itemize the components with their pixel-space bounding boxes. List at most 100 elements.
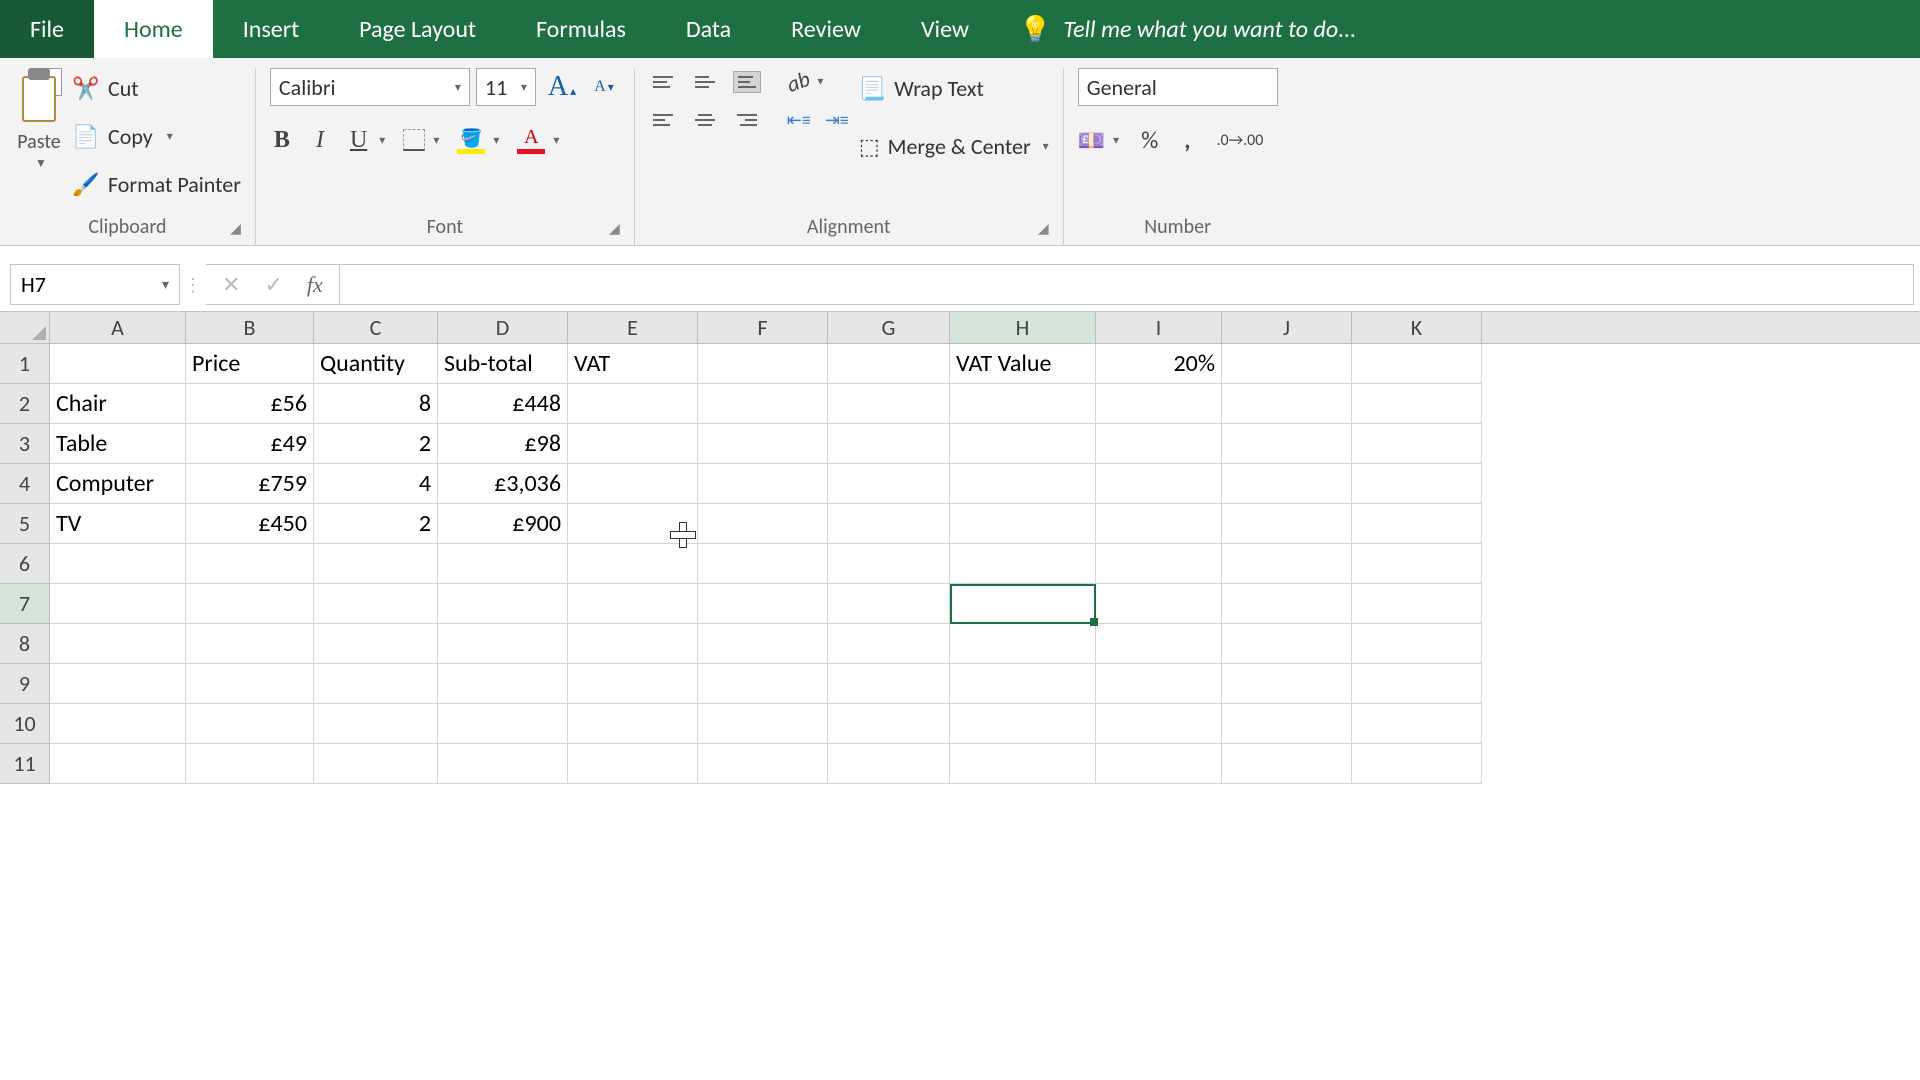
dialog-launcher-icon[interactable]: ◢	[609, 220, 620, 237]
cell-A2[interactable]: Chair	[50, 384, 186, 424]
row-header-11[interactable]: 11	[0, 744, 50, 784]
cell-K10[interactable]	[1352, 704, 1482, 744]
cell-I8[interactable]	[1096, 624, 1222, 664]
cell-D10[interactable]	[438, 704, 568, 744]
cell-I2[interactable]	[1096, 384, 1222, 424]
cell-J7[interactable]	[1222, 584, 1352, 624]
cell-A1[interactable]	[50, 344, 186, 384]
cell-grid[interactable]: Price Quantity Sub-total VAT VAT Value 2…	[50, 344, 1482, 784]
cell-B6[interactable]	[186, 544, 314, 584]
cell-C3[interactable]: 2	[314, 424, 438, 464]
cell-H7[interactable]	[950, 584, 1096, 624]
cell-F1[interactable]	[698, 344, 828, 384]
cell-A4[interactable]: Computer	[50, 464, 186, 504]
cell-F3[interactable]	[698, 424, 828, 464]
cell-D11[interactable]	[438, 744, 568, 784]
col-header-E[interactable]: E	[568, 312, 698, 343]
cell-F2[interactable]	[698, 384, 828, 424]
cell-C5[interactable]: 2	[314, 504, 438, 544]
cell-E11[interactable]	[568, 744, 698, 784]
cell-J6[interactable]	[1222, 544, 1352, 584]
cell-H3[interactable]	[950, 424, 1096, 464]
cell-A6[interactable]	[50, 544, 186, 584]
cell-I1[interactable]: 20%	[1096, 344, 1222, 384]
increase-indent-button[interactable]: ⇥≡	[825, 109, 849, 131]
row-header-7[interactable]: 7	[0, 584, 50, 624]
increase-decimal-button[interactable]: .0→.00	[1212, 131, 1267, 150]
tab-home[interactable]: Home	[94, 0, 213, 58]
cell-B8[interactable]	[186, 624, 314, 664]
tab-formulas[interactable]: Formulas	[506, 0, 656, 58]
font-name-combo[interactable]: Calibri ▾	[270, 68, 470, 106]
tab-page-layout[interactable]: Page Layout	[329, 0, 506, 58]
cell-K8[interactable]	[1352, 624, 1482, 664]
decrease-indent-button[interactable]: ⇤≡	[787, 109, 811, 131]
cell-B9[interactable]	[186, 664, 314, 704]
row-header-2[interactable]: 2	[0, 384, 50, 424]
cell-G6[interactable]	[828, 544, 950, 584]
cell-K2[interactable]	[1352, 384, 1482, 424]
cell-G3[interactable]	[828, 424, 950, 464]
cell-F4[interactable]	[698, 464, 828, 504]
name-box[interactable]: H7 ▾	[10, 264, 180, 305]
font-size-combo[interactable]: 11 ▾	[476, 68, 536, 106]
cell-H11[interactable]	[950, 744, 1096, 784]
decrease-font-button[interactable]: A▾	[588, 78, 620, 96]
cell-K3[interactable]	[1352, 424, 1482, 464]
cell-I7[interactable]	[1096, 584, 1222, 624]
format-painter-button[interactable]: 🖌️ Format Painter	[74, 164, 241, 204]
cell-H5[interactable]	[950, 504, 1096, 544]
cell-E1[interactable]: VAT	[568, 344, 698, 384]
cell-D7[interactable]	[438, 584, 568, 624]
align-right-button[interactable]	[733, 109, 761, 131]
cell-E10[interactable]	[568, 704, 698, 744]
cell-D3[interactable]: £98	[438, 424, 568, 464]
cancel-formula-button[interactable]: ✕	[222, 271, 240, 298]
cell-J1[interactable]	[1222, 344, 1352, 384]
copy-button[interactable]: 📄 Copy ▾	[74, 116, 241, 156]
orientation-button[interactable]: ab ▾	[787, 68, 824, 95]
cell-D8[interactable]	[438, 624, 568, 664]
cell-G4[interactable]	[828, 464, 950, 504]
cell-F8[interactable]	[698, 624, 828, 664]
cell-A11[interactable]	[50, 744, 186, 784]
col-header-J[interactable]: J	[1222, 312, 1352, 343]
cell-C8[interactable]	[314, 624, 438, 664]
cell-C4[interactable]: 4	[314, 464, 438, 504]
row-header-3[interactable]: 3	[0, 424, 50, 464]
cell-H8[interactable]	[950, 624, 1096, 664]
cell-I11[interactable]	[1096, 744, 1222, 784]
cell-E7[interactable]	[568, 584, 698, 624]
cell-H4[interactable]	[950, 464, 1096, 504]
wrap-text-button[interactable]: 📃 Wrap Text	[859, 68, 1049, 108]
cell-I6[interactable]	[1096, 544, 1222, 584]
tab-view[interactable]: View	[891, 0, 999, 58]
cell-J4[interactable]	[1222, 464, 1352, 504]
cell-A7[interactable]	[50, 584, 186, 624]
cell-H10[interactable]	[950, 704, 1096, 744]
cell-G10[interactable]	[828, 704, 950, 744]
cell-K6[interactable]	[1352, 544, 1482, 584]
align-center-button[interactable]	[691, 109, 719, 131]
col-header-H[interactable]: H	[950, 312, 1096, 343]
cell-F7[interactable]	[698, 584, 828, 624]
font-color-button[interactable]: A ▾	[517, 126, 559, 154]
col-header-K[interactable]: K	[1352, 312, 1482, 343]
cell-H2[interactable]	[950, 384, 1096, 424]
cell-B1[interactable]: Price	[186, 344, 314, 384]
accounting-format-button[interactable]: 💷 ▾	[1078, 127, 1119, 154]
cell-D4[interactable]: £3,036	[438, 464, 568, 504]
cell-C9[interactable]	[314, 664, 438, 704]
cell-J11[interactable]	[1222, 744, 1352, 784]
align-left-button[interactable]	[649, 109, 677, 131]
align-bottom-button[interactable]	[733, 71, 761, 93]
cell-G9[interactable]	[828, 664, 950, 704]
row-header-1[interactable]: 1	[0, 344, 50, 384]
cell-J2[interactable]	[1222, 384, 1352, 424]
cell-F9[interactable]	[698, 664, 828, 704]
cell-B2[interactable]: £56	[186, 384, 314, 424]
cell-K7[interactable]	[1352, 584, 1482, 624]
enter-formula-button[interactable]: ✓	[264, 271, 282, 298]
cell-I3[interactable]	[1096, 424, 1222, 464]
cell-J3[interactable]	[1222, 424, 1352, 464]
